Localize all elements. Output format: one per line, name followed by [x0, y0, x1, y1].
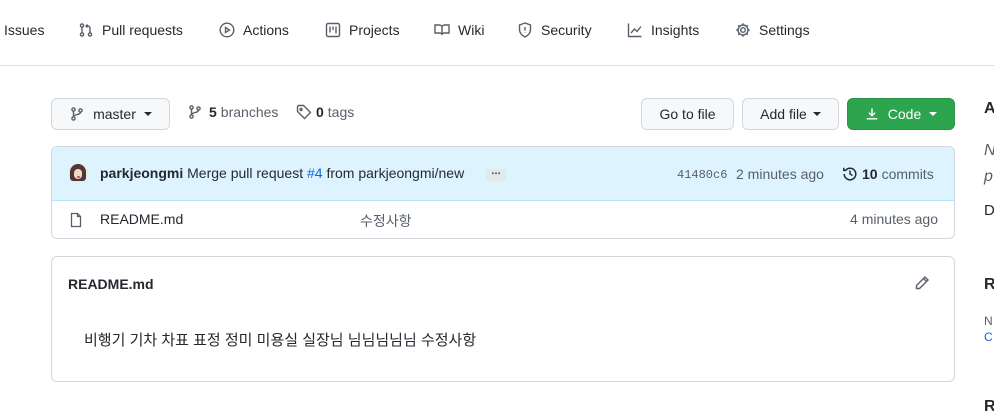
readme-title[interactable]: README.md	[68, 276, 154, 292]
add-file-label: Add file	[760, 106, 807, 122]
branches-label: branches	[220, 104, 279, 120]
tab-wiki-label: Wiki	[458, 22, 485, 38]
commit-sha[interactable]: 41480c6	[677, 168, 727, 182]
graph-icon	[627, 22, 643, 38]
book-icon	[434, 22, 450, 38]
commit-message: parkjeongmi Merge pull request #4 from p…	[100, 165, 464, 181]
commit-author[interactable]: parkjeongmi	[100, 165, 183, 181]
code-button[interactable]: Code	[847, 98, 955, 130]
tab-settings[interactable]: Settings	[735, 22, 810, 60]
table-row[interactable]: README.md 수정사항 4 minutes ago	[52, 201, 954, 238]
branch-icon	[69, 106, 85, 122]
sidebar-about-heading: A	[984, 100, 994, 117]
branches-count: 5	[209, 104, 217, 120]
gear-icon	[735, 22, 751, 38]
branches-link[interactable]: 5 branches	[187, 104, 278, 120]
add-file-button[interactable]: Add file	[742, 98, 839, 130]
chevron-down-icon	[812, 112, 821, 116]
pencil-icon[interactable]	[914, 275, 930, 291]
commits-link[interactable]: 10 commits	[842, 166, 934, 182]
code-label: Code	[887, 106, 922, 122]
tab-issues[interactable]: Issues	[4, 22, 44, 60]
tab-actions-label: Actions	[243, 22, 289, 38]
tab-projects-label: Projects	[349, 22, 400, 38]
repo-nav: Issues Pull requests Actions Projects Wi…	[0, 0, 994, 66]
commit-message-prefix[interactable]: Merge pull request	[187, 165, 303, 181]
tag-icon	[296, 104, 312, 120]
shield-icon	[517, 22, 533, 38]
pull-request-icon	[78, 22, 94, 38]
go-to-file-label: Go to file	[659, 106, 716, 122]
tab-security-label: Security	[541, 22, 592, 38]
tab-security[interactable]: Security	[517, 22, 592, 60]
latest-commit-bar: parkjeongmi Merge pull request #4 from p…	[52, 147, 954, 201]
tab-actions[interactable]: Actions	[219, 22, 289, 60]
file-time: 4 minutes ago	[850, 211, 938, 227]
sidebar-releases-text: N	[984, 314, 993, 328]
go-to-file-button[interactable]: Go to file	[641, 98, 734, 130]
tab-wiki[interactable]: Wiki	[434, 22, 484, 60]
tab-pull-requests-label: Pull requests	[102, 22, 183, 38]
play-icon	[219, 22, 235, 38]
file-name[interactable]: README.md	[100, 211, 183, 227]
readme-panel: README.md 비행기 기차 차표 표정 정미 미용실 실장님 님님님님님 …	[51, 256, 955, 382]
tab-insights-label: Insights	[651, 22, 700, 38]
expand-commit-button[interactable]: …	[486, 167, 506, 181]
branch-name: master	[93, 106, 136, 122]
tab-insights[interactable]: Insights	[627, 22, 699, 60]
file-icon	[68, 212, 84, 228]
file-browser: parkjeongmi Merge pull request #4 from p…	[51, 146, 955, 239]
history-icon	[842, 166, 858, 182]
commits-count: 10	[862, 166, 878, 182]
branch-select-button[interactable]: master	[51, 98, 170, 130]
tab-settings-label: Settings	[759, 22, 810, 38]
sidebar-releases-heading: R	[984, 276, 994, 293]
sidebar-releases-link[interactable]: C	[984, 330, 993, 344]
commit-message-suffix[interactable]: from parkjeongmi/new	[326, 165, 464, 181]
tab-projects[interactable]: Projects	[325, 22, 400, 60]
tags-link[interactable]: 0 tags	[296, 104, 354, 120]
tags-count: 0	[316, 104, 324, 120]
chevron-down-icon	[143, 112, 152, 116]
tags-label: tags	[327, 104, 355, 120]
project-icon	[325, 22, 341, 38]
commit-time: 2 minutes ago	[736, 166, 824, 182]
avatar[interactable]	[68, 163, 88, 183]
sidebar-packages-heading: R	[984, 398, 994, 415]
file-commit-message[interactable]: 수정사항	[360, 211, 412, 231]
sidebar-description-line-1: N	[984, 142, 994, 160]
sidebar-description-line-2: p	[984, 168, 993, 185]
pr-link[interactable]: #4	[307, 165, 323, 181]
tab-issues-label: Issues	[4, 22, 45, 38]
commits-label: commits	[881, 166, 934, 182]
download-icon	[865, 107, 879, 121]
chevron-down-icon	[929, 112, 938, 116]
readme-body: 비행기 기차 차표 표정 정미 미용실 실장님 님님님님님 수정사항	[84, 332, 477, 349]
sidebar-readme-link[interactable]: D	[984, 202, 994, 219]
tab-pull-requests[interactable]: Pull requests	[78, 22, 183, 60]
branch-icon	[187, 104, 203, 120]
